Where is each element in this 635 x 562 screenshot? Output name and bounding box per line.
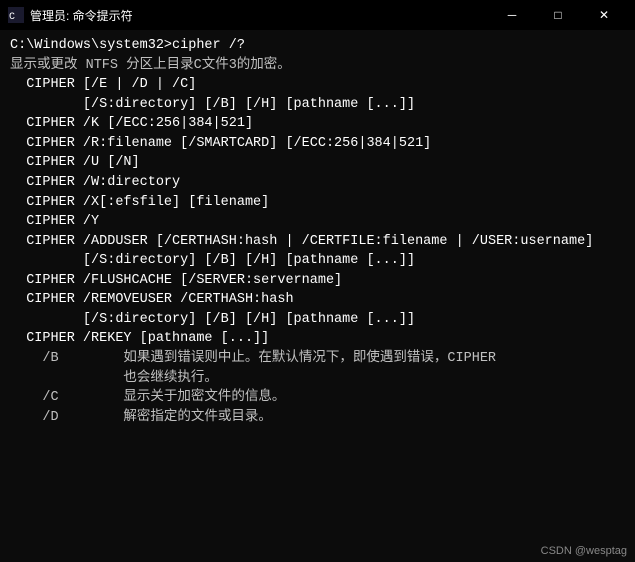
terminal-line: CIPHER /X[:efsfile] [filename] — [10, 193, 625, 213]
terminal-line: 显示或更改 NTFS 分区上目录C文件3的加密。 — [10, 56, 625, 76]
close-button[interactable]: ✕ — [581, 0, 627, 30]
terminal-line: /D 解密指定的文件或目录。 — [10, 408, 625, 428]
terminal-line: CIPHER /REKEY [pathname [...]] — [10, 329, 625, 349]
terminal-line: 也会继续执行。 — [10, 369, 625, 389]
svg-text:C: C — [9, 12, 15, 23]
window: C 管理员: 命令提示符 ─ □ ✕ C:\Windows\system32>c… — [0, 0, 635, 562]
title-bar: C 管理员: 命令提示符 ─ □ ✕ — [0, 0, 635, 30]
terminal-line: CIPHER /R:filename [/SMARTCARD] [/ECC:25… — [10, 134, 625, 154]
terminal-line: CIPHER /U [/N] — [10, 153, 625, 173]
title-text: 管理员: 命令提示符 — [30, 7, 133, 24]
terminal-line: CIPHER [/E | /D | /C] — [10, 75, 625, 95]
terminal-line: CIPHER /FLUSHCACHE [/SERVER:servername] — [10, 271, 625, 291]
title-bar-controls: ─ □ ✕ — [489, 0, 627, 30]
footer-bar: CSDN @wesptag — [0, 540, 635, 562]
terminal-line: C:\Windows\system32>cipher /? — [10, 36, 625, 56]
terminal-line: /C 显示关于加密文件的信息。 — [10, 388, 625, 408]
terminal-line: CIPHER /K [/ECC:256|384|521] — [10, 114, 625, 134]
terminal-line: [/S:directory] [/B] [/H] [pathname [...]… — [10, 251, 625, 271]
cmd-icon: C — [8, 7, 24, 23]
terminal-line: [/S:directory] [/B] [/H] [pathname [...]… — [10, 310, 625, 330]
minimize-button[interactable]: ─ — [489, 0, 535, 30]
terminal-line: CIPHER /Y — [10, 212, 625, 232]
maximize-button[interactable]: □ — [535, 0, 581, 30]
terminal-line: /B 如果遇到错误则中止。在默认情况下，即使遇到错误，CIPHER — [10, 349, 625, 369]
terminal-content: C:\Windows\system32>cipher /?显示或更改 NTFS … — [0, 30, 635, 540]
title-bar-left: C 管理员: 命令提示符 — [8, 7, 133, 24]
terminal-line: CIPHER /W:directory — [10, 173, 625, 193]
terminal-line: [/S:directory] [/B] [/H] [pathname [...]… — [10, 95, 625, 115]
footer-text: CSDN @wesptag — [541, 545, 627, 557]
terminal-line: CIPHER /ADDUSER [/CERTHASH:hash | /CERTF… — [10, 232, 625, 252]
terminal-line: CIPHER /REMOVEUSER /CERTHASH:hash — [10, 290, 625, 310]
